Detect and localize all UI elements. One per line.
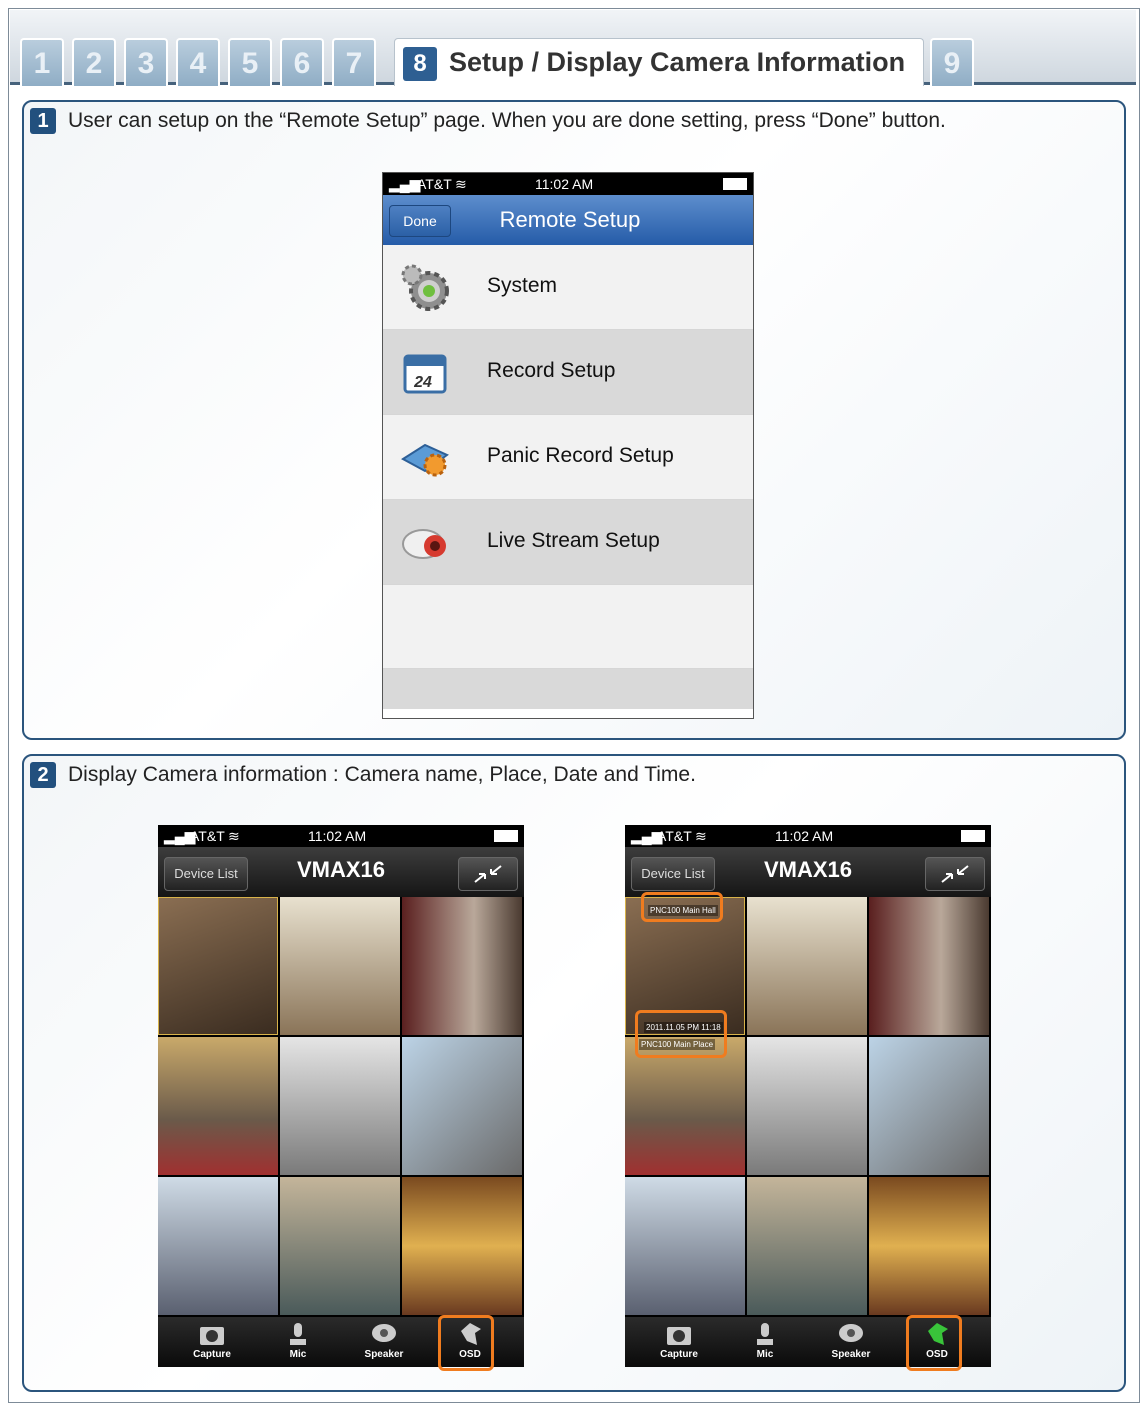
camera-grid-screenshot-osd-off: ▂▄▆ AT&T ≋ 11:02 AM Device List VMAX16 C… [158, 825, 524, 1367]
tab-step-2[interactable]: 2 [72, 38, 116, 86]
carrier-label: AT&T [190, 828, 225, 844]
tab-step-1[interactable]: 1 [20, 38, 64, 86]
osd-highlight [438, 1315, 494, 1371]
step-tab-bar: 1 2 3 4 5 6 7 8 Setup / Display Camera I… [10, 10, 1136, 86]
camera-capture-icon [182, 1321, 242, 1349]
empty-row [383, 669, 753, 709]
camera-tile[interactable] [747, 897, 867, 1035]
camera-grid [158, 897, 524, 1317]
status-time: 11:02 AM [775, 828, 834, 844]
tab-step-9[interactable]: 9 [930, 38, 974, 86]
camera-tile[interactable] [402, 1037, 522, 1175]
speaker-icon [821, 1321, 881, 1349]
section-description: User can setup on the “Remote Setup” pag… [68, 109, 946, 132]
status-bar: ▂▄▆ AT&T ≋ 11:02 AM [383, 173, 753, 195]
camera-tile[interactable] [402, 1177, 522, 1315]
calendar-icon: 24 [403, 354, 447, 394]
camera-tile[interactable] [280, 1177, 400, 1315]
status-bar: ▂▄▆ AT&T ≋ 11:02 AM [625, 825, 991, 847]
toolbar-label: Mic [289, 1349, 307, 1360]
mic-icon [735, 1321, 795, 1349]
mic-icon [268, 1321, 328, 1349]
menu-item-label: System [487, 274, 558, 297]
tab-step-4[interactable]: 4 [176, 38, 220, 86]
nav-bar: Device List VMAX16 [158, 847, 524, 897]
camera-tile[interactable] [747, 1177, 867, 1315]
wifi-icon: ≋ [455, 176, 467, 192]
speaker-icon [354, 1321, 414, 1349]
toolbar-label: Speaker [831, 1349, 871, 1360]
status-time: 11:02 AM [535, 176, 594, 192]
menu-item-record-setup[interactable]: 24 Record Setup [383, 330, 753, 415]
mic-button[interactable]: Mic [735, 1321, 795, 1365]
nav-title: Remote Setup [499, 207, 641, 232]
carrier-label: AT&T [657, 828, 692, 844]
calendar-number: 24 [413, 374, 432, 391]
wifi-icon: ≋ [695, 828, 707, 844]
camera-grid: PNC100 Main Hall 2011.11.05 PM 11:18 PNC… [625, 897, 991, 1317]
tab-step-8-active[interactable]: 8 Setup / Display Camera Information [394, 38, 924, 86]
menu-item-label: Panic Record Setup [487, 444, 674, 467]
section-badge: 2 [30, 762, 56, 788]
fullscreen-button[interactable] [458, 857, 518, 891]
camera-name-highlight [641, 892, 723, 922]
camera-tile[interactable] [869, 1037, 989, 1175]
tab-step-5[interactable]: 5 [228, 38, 272, 86]
wifi-icon: ≋ [228, 828, 240, 844]
collapse-arrows-icon [474, 865, 502, 883]
page-title: Setup / Display Camera Information [449, 47, 906, 77]
battery-icon [723, 178, 747, 190]
fullscreen-button[interactable] [925, 857, 985, 891]
menu-item-panic-record-setup[interactable]: Panic Record Setup [383, 415, 753, 500]
camera-tile[interactable] [625, 1177, 745, 1315]
toolbar-label: Capture [193, 1349, 231, 1360]
panic-record-icon [401, 443, 449, 477]
status-time: 11:02 AM [308, 828, 367, 844]
toolbar-label: Speaker [364, 1349, 404, 1360]
tab-step-3[interactable]: 3 [124, 38, 168, 86]
camera-tile[interactable] [158, 1177, 278, 1315]
toolbar-label: Mic [756, 1349, 774, 1360]
date-place-highlight [635, 1010, 727, 1058]
section-badge: 1 [30, 108, 56, 134]
carrier-label: AT&T [417, 176, 452, 192]
mic-button[interactable]: Mic [268, 1321, 328, 1365]
camera-tile[interactable] [280, 897, 400, 1035]
gears-icon [401, 264, 449, 311]
remote-setup-screenshot: ▂▄▆ AT&T ≋ 11:02 AM Done Remote Setup Sy… [382, 172, 754, 719]
camera-capture-icon [649, 1321, 709, 1349]
camera-tile[interactable] [402, 897, 522, 1035]
nav-bar: Device List VMAX16 [625, 847, 991, 897]
speaker-button[interactable]: Speaker [354, 1321, 414, 1365]
camera-tile[interactable] [869, 897, 989, 1035]
capture-button[interactable]: Capture [182, 1321, 242, 1365]
menu-item-label: Live Stream Setup [487, 529, 660, 552]
camera-icon [402, 529, 446, 559]
section-description: Display Camera information : Camera name… [68, 763, 696, 786]
battery-icon [961, 830, 985, 842]
camera-tile[interactable] [158, 1037, 278, 1175]
menu-item-label: Record Setup [487, 359, 616, 382]
capture-button[interactable]: Capture [649, 1321, 709, 1365]
collapse-arrows-icon [941, 865, 969, 883]
tab-step-7[interactable]: 7 [332, 38, 376, 86]
camera-tile[interactable] [158, 897, 278, 1035]
signal-icon: ▂▄▆ [389, 176, 421, 192]
camera-tile[interactable] [280, 1037, 400, 1175]
battery-icon [494, 830, 518, 842]
toolbar-label: Capture [660, 1349, 698, 1360]
active-step-number: 8 [403, 47, 437, 81]
camera-tile[interactable] [747, 1037, 867, 1175]
empty-row [383, 585, 753, 669]
tab-step-6[interactable]: 6 [280, 38, 324, 86]
menu-item-live-stream-setup[interactable]: Live Stream Setup [383, 500, 753, 585]
osd-highlight [906, 1315, 962, 1371]
camera-tile[interactable] [869, 1177, 989, 1315]
status-bar: ▂▄▆ AT&T ≋ 11:02 AM [158, 825, 524, 847]
speaker-button[interactable]: Speaker [821, 1321, 881, 1365]
menu-item-system[interactable]: System [383, 245, 753, 330]
nav-bar: Done Remote Setup [383, 195, 753, 245]
